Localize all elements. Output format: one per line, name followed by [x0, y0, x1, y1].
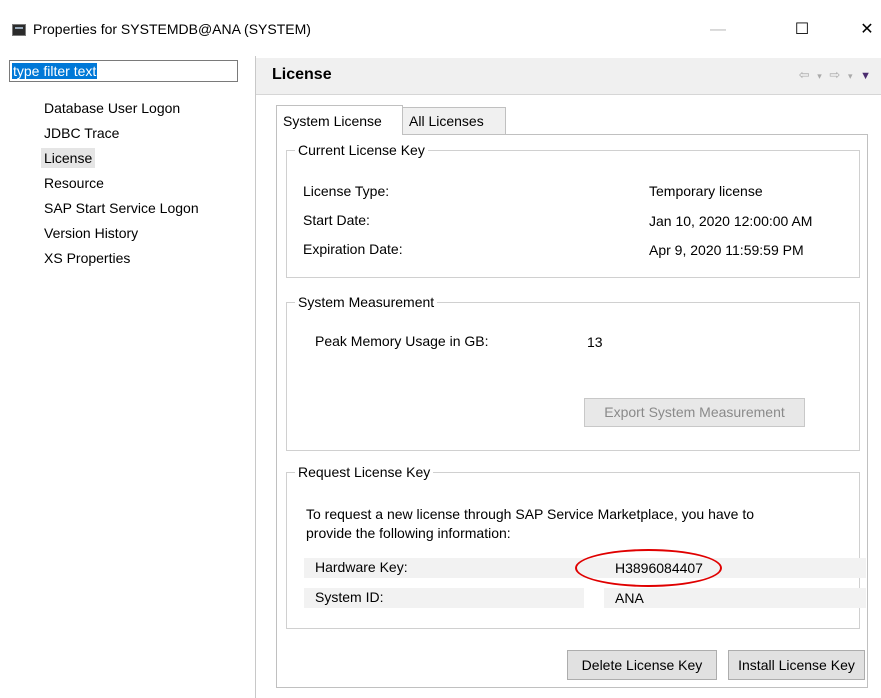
- license-type-value: Temporary license: [649, 183, 763, 199]
- sidebar-item-version-history[interactable]: Version History: [44, 221, 199, 246]
- tab-all-licenses[interactable]: All Licenses: [402, 107, 506, 134]
- request-instructions-line2: provide the following information:: [306, 525, 511, 541]
- sidebar-item-jdbc-trace[interactable]: JDBC Trace: [44, 121, 199, 146]
- nav-controls: ⇦ ▾ ⇨ ▾ ▼: [799, 67, 873, 83]
- current-license-group-title: Current License Key: [295, 141, 428, 159]
- expiration-date-label: Expiration Date:: [303, 241, 403, 257]
- sidebar-item-license[interactable]: License: [41, 146, 199, 171]
- system-id-value: ANA: [615, 590, 644, 606]
- back-history-dropdown-icon[interactable]: ▾: [817, 71, 824, 81]
- peak-memory-value: 13: [587, 334, 603, 350]
- request-instructions-line1: To request a new license through SAP Ser…: [306, 506, 754, 522]
- export-system-measurement-button[interactable]: Export System Measurement: [584, 398, 805, 427]
- title-bar: Properties for SYSTEMDB@ANA (SYSTEM) — ☐…: [0, 0, 881, 56]
- properties-tree: Database User Logon JDBC Trace License R…: [41, 96, 199, 271]
- hardware-key-label: Hardware Key:: [315, 559, 408, 575]
- license-type-label: License Type:: [303, 183, 390, 199]
- system-license-tab-content: Current License Key License Type: Tempor…: [276, 134, 868, 688]
- peak-memory-label: Peak Memory Usage in GB:: [315, 333, 489, 349]
- request-license-group-title: Request License Key: [295, 463, 434, 481]
- forward-history-dropdown-icon[interactable]: ▾: [848, 71, 855, 81]
- sidebar-item-resource[interactable]: Resource: [44, 171, 199, 196]
- close-button[interactable]: ✕: [845, 14, 881, 46]
- system-id-label: System ID:: [315, 589, 384, 605]
- app-window-icon: [12, 24, 26, 36]
- window-title: Properties for SYSTEMDB@ANA (SYSTEM): [33, 21, 311, 37]
- sidebar-item-xs-properties[interactable]: XS Properties: [44, 246, 199, 271]
- back-arrow-icon[interactable]: ⇦: [799, 67, 812, 82]
- delete-license-key-button[interactable]: Delete License Key: [567, 650, 717, 680]
- system-id-row: System ID: ANA: [304, 588, 866, 608]
- sidebar: type filter text Database User Logon JDB…: [0, 56, 256, 698]
- current-license-group: Current License Key License Type: Tempor…: [286, 141, 860, 278]
- page-title: License: [272, 66, 332, 83]
- start-date-label: Start Date:: [303, 212, 370, 228]
- sidebar-item-sap-start-service-logon[interactable]: SAP Start Service Logon: [44, 196, 199, 221]
- minimize-button[interactable]: —: [696, 14, 740, 46]
- request-license-group: Request License Key To request a new lic…: [286, 463, 866, 629]
- expiration-date-value: Apr 9, 2020 11:59:59 PM: [649, 242, 804, 258]
- system-measurement-group: System Measurement Peak Memory Usage in …: [286, 293, 860, 451]
- highlight-circle-annotation: [575, 549, 722, 587]
- forward-arrow-icon[interactable]: ⇨: [829, 67, 842, 82]
- system-measurement-group-title: System Measurement: [295, 293, 438, 311]
- start-date-value: Jan 10, 2020 12:00:00 AM: [649, 213, 813, 229]
- view-menu-icon[interactable]: ▼: [860, 70, 873, 82]
- filter-input[interactable]: type filter text: [9, 60, 238, 82]
- sidebar-item-database-user-logon[interactable]: Database User Logon: [44, 96, 199, 121]
- install-license-key-button[interactable]: Install License Key: [728, 650, 865, 680]
- tab-system-license[interactable]: System License: [276, 105, 403, 135]
- maximize-button[interactable]: ☐: [780, 14, 824, 46]
- main-panel: License ⇦ ▾ ⇨ ▾ ▼ System License All Lic…: [256, 56, 881, 698]
- filter-input-text: type filter text: [12, 63, 98, 79]
- page-header: License ⇦ ▾ ⇨ ▾ ▼: [256, 58, 881, 95]
